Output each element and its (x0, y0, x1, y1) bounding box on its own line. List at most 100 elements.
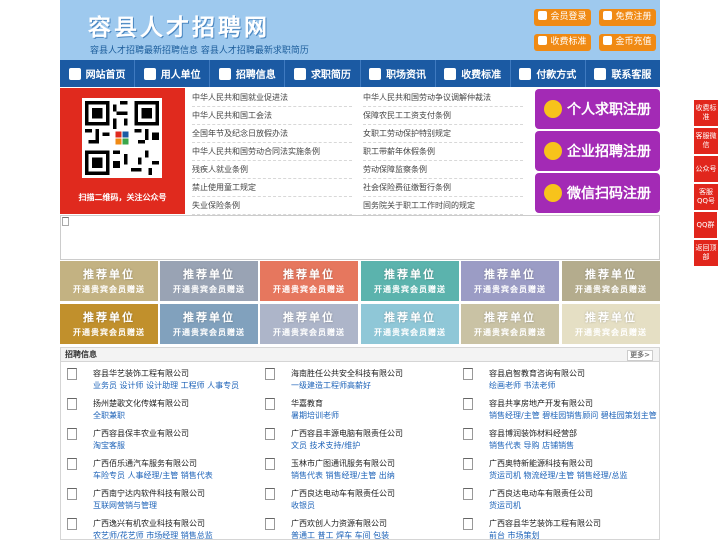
company-link[interactable]: 广西容县华艺装饰工程有限公司 (489, 518, 601, 529)
law-link[interactable]: 职工带薪年休假条例 (363, 143, 523, 161)
nav-news[interactable]: 职场资讯 (361, 60, 436, 87)
nav-payment[interactable]: 付款方式 (511, 60, 586, 87)
job-item: 华嘉教育 暑期培训老师 (265, 398, 445, 428)
position-links[interactable]: 业务员 设计师 设计助理 工程师 人事专员 (93, 380, 239, 391)
wechat-register-button[interactable]: 微信扫码注册 (535, 173, 660, 213)
law-link[interactable]: 劳动保障监察条例 (363, 161, 523, 179)
position-links[interactable]: 农艺师/花艺师 市场经理 销售总监 (93, 530, 213, 541)
company-link[interactable]: 扬州楚歌文化传媒有限公司 (93, 398, 189, 409)
law-link[interactable]: 残疾人就业条例 (192, 161, 352, 179)
position-links[interactable]: 普通工 普工 焊车 车间 包装 (291, 530, 389, 541)
company-link[interactable]: 广西奥特新能源科技有限公司 (489, 458, 593, 469)
company-link[interactable]: 玉林市广图通讯服务有限公司 (291, 458, 395, 469)
position-links[interactable]: 销售代表 导购 店铺销售 (489, 440, 574, 451)
qr-caption: 扫描二维码，关注公众号 (78, 193, 167, 202)
company-link[interactable]: 广西佰乐通汽车服务有限公司 (93, 458, 197, 469)
company-link[interactable]: 华嘉教育 (291, 398, 323, 409)
wechat-icon (544, 184, 562, 202)
company-link[interactable]: 容县共享房地产开发有限公司 (489, 398, 593, 409)
pricing-button[interactable]: 收费标准 (534, 34, 591, 51)
position-links[interactable]: 暑期培训老师 (291, 410, 339, 421)
ad-banner[interactable] (60, 215, 660, 260)
position-links[interactable]: 销售代表 销售经理/主管 出纳 (291, 470, 395, 481)
position-links[interactable]: 一级建造工程师高薪好 (291, 380, 371, 391)
promo-grid: 推荐单位 开通贵宾会员赠送 推荐单位 开通贵宾会员赠送 推荐单位 开通贵宾会员赠送 推… (60, 261, 660, 345)
promo-cell[interactable]: 推荐单位 开通贵宾会员赠送 (562, 304, 660, 344)
law-list-right: 中华人民共和国劳动争议调解仲裁法 保障农民工工资支付条例 女职工劳动保护特别规定… (363, 89, 523, 215)
more-link[interactable]: 更多> (627, 350, 653, 361)
law-link[interactable]: 全国年节及纪念日放假办法 (192, 125, 352, 143)
company-link[interactable]: 海南胜任公共安全科技有限公司 (291, 368, 403, 379)
site-title[interactable]: 容县人才招聘网 (88, 8, 270, 42)
position-links[interactable]: 互联网营销与管理 (93, 500, 157, 511)
coin-recharge-button[interactable]: 金币充值 (599, 34, 656, 51)
position-links[interactable]: 货运司机 (489, 500, 521, 511)
position-links[interactable]: 淘宝客服 (93, 440, 125, 451)
back-to-top-button[interactable]: 返回顶部 (694, 240, 718, 266)
law-link[interactable]: 失业保险条例 (192, 197, 352, 215)
law-link[interactable]: 中华人民共和国工会法 (192, 107, 352, 125)
position-links[interactable]: 全职兼职 (93, 410, 125, 421)
promo-cell[interactable]: 推荐单位 开通贵宾会员赠送 (361, 304, 459, 344)
position-links[interactable]: 车险专员 人事经理/主管 销售代表 (93, 470, 213, 481)
nav-employers[interactable]: 用人单位 (135, 60, 211, 87)
job-item: 广西良达电动车有限责任公司 货运司机 (463, 488, 643, 518)
side-service-wechat[interactable]: 客服微信 (694, 128, 718, 154)
member-login-button[interactable]: 会员登录 (534, 9, 591, 26)
law-link[interactable]: 中华人民共和国就业促进法 (192, 89, 352, 107)
company-link[interactable]: 容县博润装饰材料经营部 (489, 428, 577, 439)
company-link[interactable]: 广西逸兴有机农业科技有限公司 (93, 518, 205, 529)
position-links[interactable]: 前台 市场策划 (489, 530, 540, 541)
position-links[interactable]: 文员 技术支持/维护 (291, 440, 360, 451)
free-register-button[interactable]: 免费注册 (599, 9, 656, 26)
nav-jobs[interactable]: 招聘信息 (210, 60, 286, 87)
law-link[interactable]: 中华人民共和国劳动争议调解仲裁法 (363, 89, 523, 107)
jobseeker-register-button[interactable]: 个人求职注册 (535, 89, 660, 129)
nav-pricing[interactable]: 收费标准 (436, 60, 511, 87)
company-link[interactable]: 广西良达电动车有限责任公司 (291, 488, 395, 499)
promo-cell[interactable]: 推荐单位 开通贵宾会员赠送 (260, 304, 358, 344)
nav-resumes[interactable]: 求职简历 (285, 60, 361, 87)
company-link[interactable]: 广西南宁达内软件科技有限公司 (93, 488, 205, 499)
nav-home[interactable]: 网站首页 (60, 60, 136, 87)
company-logo-icon (67, 458, 77, 470)
job-item: 容县启智教育咨询有限公司 绘画老师 书法老师 (463, 368, 643, 398)
company-link[interactable]: 广西容县丰源电脑有限责任公司 (291, 428, 403, 439)
position-links[interactable]: 销售经理/主管 碧桂园销售顾问 碧桂园策划主管 (489, 410, 657, 421)
promo-cell[interactable]: 推荐单位 开通贵宾会员赠送 (60, 304, 158, 344)
side-qq-group[interactable]: QQ群 (694, 212, 717, 238)
company-logo-icon (67, 518, 77, 530)
company-link[interactable]: 容县启智教育咨询有限公司 (489, 368, 585, 379)
law-link[interactable]: 女职工劳动保护特别规定 (363, 125, 523, 143)
company-register-button[interactable]: 企业招聘注册 (535, 131, 660, 171)
position-links[interactable]: 绘画老师 书法老师 (489, 380, 556, 391)
company-logo-icon (463, 398, 473, 410)
building-icon (143, 67, 156, 80)
law-link[interactable]: 保障农民工工资支付条例 (363, 107, 523, 125)
promo-cell[interactable]: 推荐单位 开通贵宾会员赠送 (260, 261, 358, 301)
company-link[interactable]: 广西容县保丰农业有限公司 (93, 428, 189, 439)
side-official-account[interactable]: 公众号 (694, 156, 718, 182)
position-links[interactable]: 收银员 (291, 500, 315, 511)
law-link[interactable]: 国务院关于职工工作时间的规定 (363, 197, 523, 215)
job-item: 广西良达电动车有限责任公司 收银员 (265, 488, 445, 518)
price-icon (444, 67, 457, 80)
law-link[interactable]: 禁止使用童工规定 (192, 179, 352, 197)
promo-cell[interactable]: 推荐单位 开通贵宾会员赠送 (60, 261, 158, 301)
promo-cell[interactable]: 推荐单位 开通贵宾会员赠送 (160, 261, 258, 301)
promo-cell[interactable]: 推荐单位 开通贵宾会员赠送 (562, 261, 660, 301)
nav-contact[interactable]: 联系客服 (586, 60, 660, 87)
company-link[interactable]: 广西良达电动车有限责任公司 (489, 488, 593, 499)
side-service-qq[interactable]: 客服QQ号 (694, 184, 718, 210)
position-links[interactable]: 货运司机 物流经理/主管 销售经理/总监 (489, 470, 627, 481)
law-link[interactable]: 中华人民共和国劳动合同法实施条例 (192, 143, 352, 161)
side-pricing[interactable]: 收费标准 (694, 100, 718, 126)
company-link[interactable]: 容县华艺装饰工程有限公司 (93, 368, 189, 379)
promo-cell[interactable]: 推荐单位 开通贵宾会员赠送 (361, 261, 459, 301)
promo-cell[interactable]: 推荐单位 开通贵宾会员赠送 (160, 304, 258, 344)
law-link[interactable]: 社会保险费征缴暂行条例 (363, 179, 523, 197)
company-link[interactable]: 广西欢创人力资源有限公司 (291, 518, 387, 529)
company-logo-icon (463, 518, 473, 530)
promo-cell[interactable]: 推荐单位 开通贵宾会员赠送 (461, 261, 559, 301)
promo-cell[interactable]: 推荐单位 开通贵宾会员赠送 (461, 304, 559, 344)
